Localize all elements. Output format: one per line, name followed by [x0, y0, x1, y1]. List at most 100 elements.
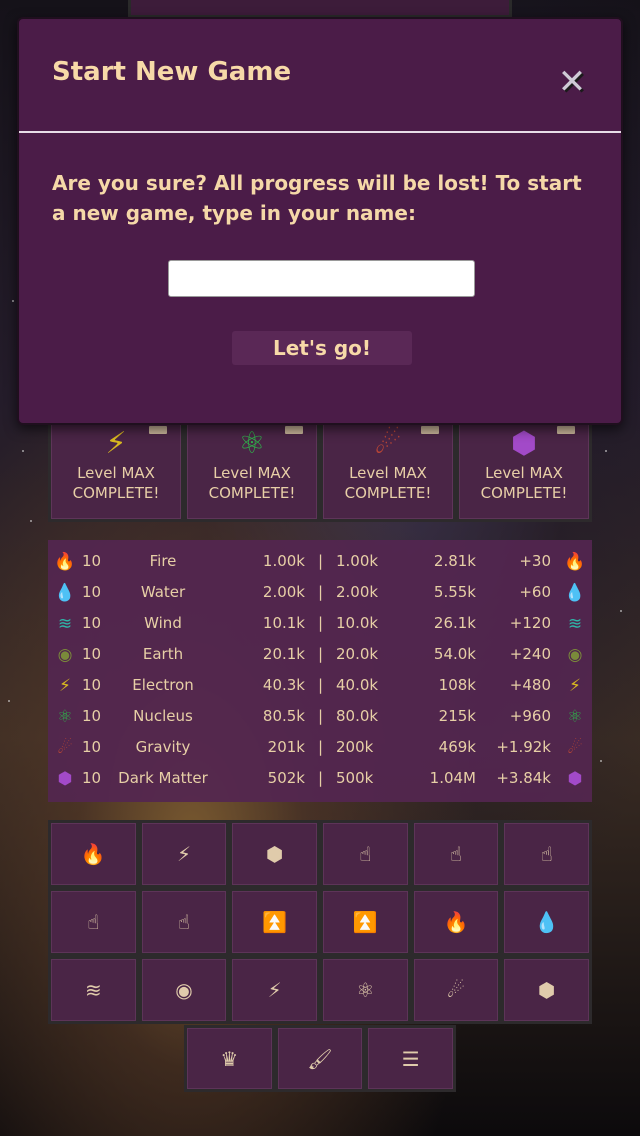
- water-button[interactable]: 💧: [501, 888, 592, 956]
- lets-go-button[interactable]: Let's go!: [232, 331, 412, 365]
- new-game-modal: Start New Game ✕ Are you sure? All progr…: [17, 17, 623, 425]
- electron-button[interactable]: ⚡: [229, 956, 320, 1024]
- fire-button[interactable]: 🔥: [48, 820, 139, 888]
- gravity-icon: ☄: [567, 738, 583, 758]
- card-level: Level MAX: [213, 464, 291, 482]
- nucleus-button[interactable]: ⚛: [319, 956, 411, 1024]
- stat-level: 10: [82, 707, 102, 725]
- stat-row-earth: ◉ 10 Earth 20.1k | 20.0k 54.0k +240 ◉: [48, 641, 592, 672]
- stat-value-a: 80.5k: [262, 707, 305, 725]
- card-status: COMPLETE!: [72, 484, 160, 502]
- hand-pointer-icon: ☝: [359, 842, 372, 866]
- stat-rate: +30: [519, 552, 551, 570]
- electron-button[interactable]: ⚡: [138, 820, 230, 888]
- stat-name: Earth: [142, 645, 184, 663]
- stat-value-b: 1.00k: [336, 552, 379, 570]
- stat-row-fire: 🔥 10 Fire 1.00k | 1.00k 2.81k +30 🔥: [48, 548, 592, 579]
- stat-name: Water: [140, 583, 186, 601]
- stat-level: 10: [82, 676, 102, 694]
- stat-row-dark-matter: ⬢ 10 Dark Matter 502k | 500k 1.04M +3.84…: [48, 765, 592, 796]
- stat-separator: |: [318, 645, 324, 663]
- stat-value-b: 200k: [336, 738, 374, 756]
- stat-rate: +960: [509, 707, 551, 725]
- gravity-icon: ☄: [447, 978, 465, 1002]
- hand-pointer-icon: ☝: [87, 910, 100, 934]
- crown-icon: ♛: [220, 1046, 239, 1071]
- stat-separator: |: [318, 614, 324, 632]
- click-button[interactable]: ☝: [48, 888, 139, 956]
- achievements-button[interactable]: ♛: [184, 1025, 275, 1092]
- stat-value-a: 20.1k: [262, 645, 305, 663]
- dark-matter-button[interactable]: ⬢: [229, 820, 320, 888]
- player-name-input[interactable]: [168, 260, 475, 297]
- fire-icon: 🔥: [80, 842, 106, 866]
- stat-separator: |: [318, 707, 324, 725]
- wind-icon: ≋: [84, 978, 102, 1002]
- modal-divider: [19, 131, 621, 133]
- stat-name: Gravity: [135, 738, 191, 756]
- card-toggle[interactable]: [149, 426, 167, 434]
- stat-value-b: 40.0k: [336, 676, 379, 694]
- stat-name: Electron: [132, 676, 194, 694]
- stat-value-c: 2.81k: [433, 552, 476, 570]
- stat-separator: |: [318, 769, 324, 787]
- stat-level: 10: [82, 738, 102, 756]
- close-icon[interactable]: ✕: [555, 65, 589, 99]
- wind-button[interactable]: ≋: [48, 956, 139, 1024]
- card-toggle[interactable]: [421, 426, 439, 434]
- stat-level: 10: [82, 583, 102, 601]
- stat-row-electron: ⚡ 10 Electron 40.3k | 40.0k 108k +480 ⚡: [48, 672, 592, 703]
- card-status: COMPLETE!: [208, 484, 296, 502]
- nucleus-icon: ⚛: [57, 707, 73, 727]
- wind-icon: ≋: [57, 614, 73, 634]
- theme-button[interactable]: 🖌: [274, 1025, 366, 1092]
- stat-value-a: 1.00k: [262, 552, 305, 570]
- stat-rate: +3.84k: [496, 769, 551, 787]
- stat-value-c: 5.55k: [433, 583, 476, 601]
- card-toggle[interactable]: [557, 426, 575, 434]
- hand-pointer-icon: ☝: [449, 842, 463, 866]
- hand-pointer-icon: ☝: [177, 910, 191, 934]
- stat-value-a: 10.1k: [262, 614, 305, 632]
- fire-icon: 🔥: [54, 552, 76, 572]
- click-button[interactable]: ☝: [319, 820, 411, 888]
- stat-value-a: 502k: [267, 769, 305, 787]
- gravity-button[interactable]: ☄: [410, 956, 502, 1024]
- nucleus-icon: ⚛: [356, 978, 375, 1002]
- hand-pointer-icon: ☝: [540, 842, 553, 866]
- earth-button[interactable]: ◉: [138, 956, 230, 1024]
- stat-value-b: 20.0k: [336, 645, 379, 663]
- dark-matter-button[interactable]: ⬢: [501, 956, 592, 1024]
- stat-name: Fire: [149, 552, 177, 570]
- stat-rate: +1.92k: [496, 738, 551, 756]
- stat-value-c: 1.04M: [429, 769, 476, 787]
- layers-button[interactable]: ☰: [365, 1025, 456, 1092]
- click-button[interactable]: ☝: [138, 888, 230, 956]
- card-status: COMPLETE!: [480, 484, 568, 502]
- stat-row-wind: ≋ 10 Wind 10.1k | 10.0k 26.1k +120 ≋: [48, 610, 592, 641]
- card-level: Level MAX: [349, 464, 427, 482]
- fire-icon: 🔥: [564, 552, 586, 572]
- upgrade-button[interactable]: ⏫: [319, 888, 411, 956]
- water-icon: 💧: [564, 583, 586, 603]
- stat-value-b: 2.00k: [336, 583, 379, 601]
- click-button[interactable]: ☝: [501, 820, 592, 888]
- card-status: COMPLETE!: [344, 484, 432, 502]
- dark-matter-icon: ⬢: [510, 426, 538, 461]
- stat-rate: +120: [509, 614, 551, 632]
- upgrade-button[interactable]: ⏫: [229, 888, 320, 956]
- card-toggle[interactable]: [285, 426, 303, 434]
- fire-button[interactable]: 🔥: [410, 888, 502, 956]
- stat-value-a: 40.3k: [262, 676, 305, 694]
- click-button[interactable]: ☝: [410, 820, 502, 888]
- card-level: Level MAX: [77, 464, 155, 482]
- stat-value-c: 108k: [438, 676, 476, 694]
- stat-value-c: 215k: [438, 707, 476, 725]
- wind-icon: ≋: [567, 614, 583, 634]
- modal-title: Start New Game: [52, 57, 292, 87]
- action-button-grid: 🔥 ⚡ ⬢ ☝ ☝ ☝ ☝ ☝ ⏫ ⏫ 🔥 💧 ≋ ◉ ⚡ ⚛ ☄ ⬢: [48, 820, 592, 1024]
- stat-separator: |: [318, 552, 324, 570]
- bottom-menu: ♛ 🖌 ☰: [184, 1025, 456, 1092]
- dark-matter-icon: ⬢: [265, 842, 284, 866]
- stat-separator: |: [318, 676, 324, 694]
